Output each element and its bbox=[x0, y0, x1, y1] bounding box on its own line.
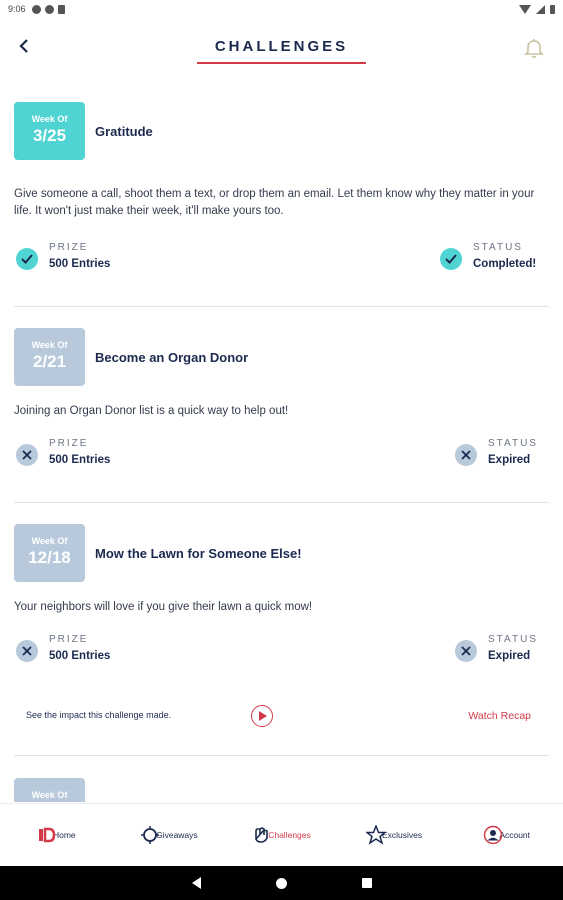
challenges-icon bbox=[252, 825, 272, 845]
week-label: Week Of bbox=[31, 114, 68, 124]
prize-value: 500 Entries bbox=[49, 650, 111, 662]
status-bar: 9:06 bbox=[0, 0, 563, 18]
check-icon bbox=[16, 248, 38, 270]
status-info: STATUS Expired bbox=[455, 438, 538, 466]
signal-icon bbox=[536, 4, 545, 14]
close-icon bbox=[455, 640, 477, 662]
nav-exclusives[interactable]: Exclusives bbox=[338, 804, 451, 865]
giveaways-icon bbox=[140, 825, 160, 845]
nav-challenges[interactable]: Challenges bbox=[225, 804, 338, 865]
challenge-card[interactable]: Week Of 2/21 Become an Organ Donor Joini… bbox=[14, 328, 549, 478]
week-label: Week Of bbox=[31, 790, 68, 800]
prize-label: PRIZE bbox=[49, 438, 89, 449]
status-info: STATUS Expired bbox=[455, 634, 538, 662]
home-icon bbox=[37, 825, 57, 845]
nav-account[interactable]: Account bbox=[450, 804, 563, 865]
prize-label: PRIZE bbox=[49, 242, 89, 253]
nav-home[interactable]: Home bbox=[0, 804, 113, 865]
exclusives-icon bbox=[364, 823, 388, 845]
play-icon[interactable] bbox=[251, 705, 273, 727]
sd-card-icon bbox=[57, 4, 65, 14]
status-value: Expired bbox=[488, 650, 531, 662]
challenges-list[interactable]: Week Of 3/25 Gratitude Give someone a ca… bbox=[0, 92, 563, 802]
system-back-icon[interactable] bbox=[191, 877, 201, 889]
page-title: CHALLENGES bbox=[214, 38, 349, 55]
status-time: 9:06 bbox=[8, 4, 26, 14]
system-home-icon[interactable] bbox=[275, 877, 287, 889]
prize-info: PRIZE 500 Entries bbox=[16, 438, 110, 466]
title-underline bbox=[197, 62, 366, 64]
nav-giveaways-label: Giveaways bbox=[156, 829, 198, 840]
prize-info: PRIZE 500 Entries bbox=[16, 242, 110, 270]
week-badge: Week Of 12/18 bbox=[14, 524, 85, 582]
notification-icon bbox=[31, 4, 41, 14]
bottom-nav: Home Giveaways Challenges Exclusives Acc… bbox=[0, 803, 563, 865]
prize-label: PRIZE bbox=[49, 634, 89, 645]
week-badge: Week Of 2/21 bbox=[14, 328, 85, 386]
watch-recap-link[interactable]: Watch Recap bbox=[468, 710, 531, 722]
nav-exclusives-label: Exclusives bbox=[382, 829, 423, 840]
week-date: 2/21 bbox=[32, 352, 67, 371]
challenge-card[interactable]: Week Of 3/25 Gratitude Give someone a ca… bbox=[14, 102, 549, 292]
challenge-title: Mow the Lawn for Someone Else! bbox=[95, 546, 302, 561]
close-icon bbox=[16, 444, 38, 466]
close-icon bbox=[455, 444, 477, 466]
week-badge: Week Of bbox=[14, 778, 85, 802]
challenge-card[interactable]: Week Of bbox=[14, 778, 549, 802]
wifi-icon bbox=[519, 4, 531, 14]
divider bbox=[14, 306, 549, 307]
system-recents-icon[interactable] bbox=[361, 878, 372, 888]
status-value: Expired bbox=[488, 454, 531, 466]
week-label: Week Of bbox=[31, 340, 68, 350]
status-info: STATUS Completed! bbox=[440, 242, 536, 270]
status-value: Completed! bbox=[473, 258, 537, 270]
week-date: 12/18 bbox=[28, 548, 71, 567]
challenge-title: Gratitude bbox=[95, 124, 153, 139]
challenge-description: Your neighbors will love if you give the… bbox=[14, 601, 313, 613]
status-label: STATUS bbox=[488, 438, 538, 449]
divider bbox=[14, 502, 549, 503]
prize-info: PRIZE 500 Entries bbox=[16, 634, 110, 662]
nav-challenges-label: Challenges bbox=[268, 829, 311, 840]
challenge-description: Give someone a call, shoot them a text, … bbox=[14, 188, 535, 217]
chevron-left-icon bbox=[19, 39, 28, 53]
system-nav-bar bbox=[0, 866, 563, 900]
week-label: Week Of bbox=[31, 536, 68, 546]
week-date: 3/25 bbox=[32, 126, 67, 145]
nav-giveaways[interactable]: Giveaways bbox=[113, 804, 226, 865]
account-icon bbox=[483, 825, 503, 845]
notification-icon bbox=[44, 4, 54, 14]
notifications-button[interactable] bbox=[523, 38, 547, 62]
check-icon bbox=[440, 248, 462, 270]
week-badge: Week Of 3/25 bbox=[14, 102, 85, 160]
back-button[interactable] bbox=[14, 36, 34, 56]
impact-text: See the impact this challenge made. bbox=[26, 710, 172, 720]
bell-icon bbox=[524, 39, 544, 59]
top-nav: CHALLENGES bbox=[0, 24, 563, 74]
challenge-title: Become an Organ Donor bbox=[95, 350, 249, 365]
close-icon bbox=[16, 640, 38, 662]
nav-account-label: Account bbox=[499, 829, 531, 840]
status-label: STATUS bbox=[488, 634, 538, 645]
status-label: STATUS bbox=[473, 242, 523, 253]
impact-row: See the impact this challenge made. Watc… bbox=[26, 704, 531, 728]
challenge-card[interactable]: Week Of 12/18 Mow the Lawn for Someone E… bbox=[14, 524, 549, 724]
divider bbox=[14, 755, 549, 756]
prize-value: 500 Entries bbox=[49, 258, 111, 270]
prize-value: 500 Entries bbox=[49, 454, 111, 466]
challenge-description: Joining an Organ Donor list is a quick w… bbox=[14, 405, 289, 417]
battery-icon bbox=[550, 4, 555, 14]
